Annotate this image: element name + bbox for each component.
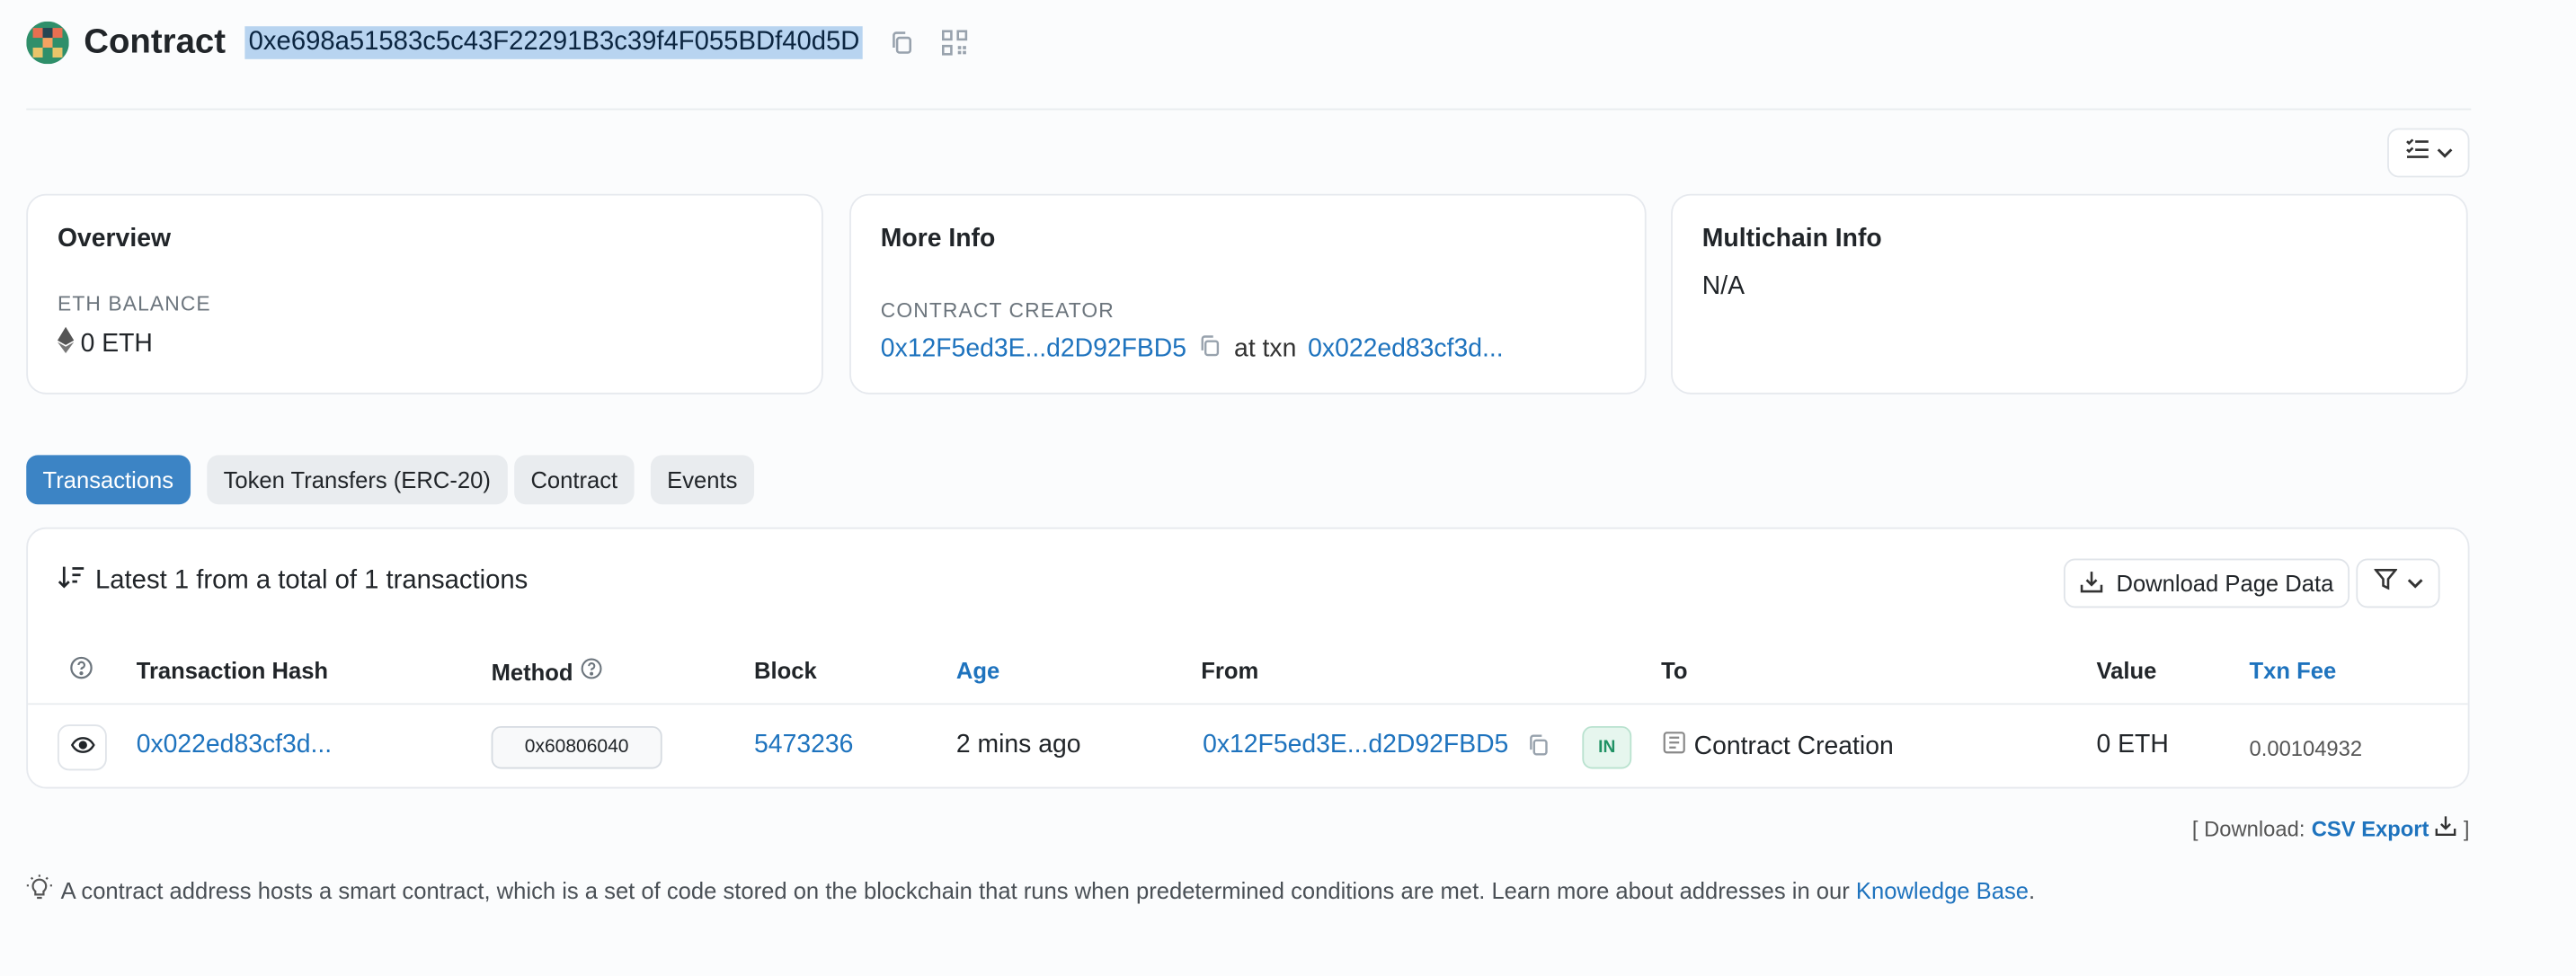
copy-icon[interactable]	[1526, 732, 1550, 766]
col-transaction-hash: Transaction Hash	[136, 657, 329, 684]
footer-text: A contract address hosts a smart contrac…	[61, 876, 2035, 902]
row-method-badge: 0x60806040	[491, 725, 662, 769]
overview-card: Overview ETH BALANCE 0 ETH	[26, 193, 823, 395]
row-to-label: Contract Creation	[1693, 732, 1894, 760]
page: Contract 0xe698a51583c5c43F22291B3c39f4F…	[0, 0, 2576, 976]
col-age[interactable]: Age	[956, 657, 999, 683]
download-icon	[2080, 569, 2103, 597]
sort-descending-icon	[58, 565, 85, 599]
row-txn-hash[interactable]: 0x022ed83cf3d...	[137, 731, 332, 760]
help-circle-icon[interactable]	[69, 655, 93, 685]
page-header: Contract 0xe698a51583c5c43F22291B3c39f4F…	[26, 20, 968, 66]
eth-balance-label: ETH BALANCE	[57, 292, 211, 315]
help-circle-icon[interactable]	[580, 657, 603, 685]
download-page-data-button[interactable]: Download Page Data	[2063, 558, 2350, 608]
col-block: Block	[754, 657, 817, 684]
transactions-summary: Latest 1 from a total of 1 transactions	[58, 565, 528, 599]
download-icon[interactable]	[2436, 815, 2457, 841]
qr-code-icon[interactable]	[942, 30, 968, 56]
more-info-title: More Info	[880, 225, 996, 253]
row-block[interactable]: 5473236	[754, 731, 853, 760]
col-txn-fee[interactable]: Txn Fee	[2250, 657, 2337, 683]
header-divider	[26, 108, 2472, 111]
lightbulb-icon	[26, 874, 52, 905]
multichain-card: Multichain Info N/A	[1671, 193, 2468, 395]
row-from[interactable]: 0x12F5ed3E...d2D92FBD5	[1203, 731, 1508, 760]
col-method: Method	[491, 658, 573, 685]
tab-contract[interactable]: Contract	[514, 455, 635, 505]
contract-file-icon	[1663, 731, 1686, 762]
eth-balance: 0 ETH	[57, 326, 153, 361]
row-to: Contract Creation	[1663, 731, 1894, 762]
csv-suffix: ]	[2463, 815, 2470, 841]
copy-icon[interactable]	[1198, 333, 1222, 367]
multichain-value: N/A	[1701, 272, 1745, 301]
creation-txn-link[interactable]: 0x022ed83cf3d...	[1308, 335, 1503, 365]
eye-icon	[70, 732, 94, 762]
overview-title: Overview	[57, 225, 171, 253]
direction-badge: IN	[1582, 725, 1632, 769]
transactions-summary-text: Latest 1 from a total of 1 transactions	[95, 566, 529, 595]
multichain-title: Multichain Info	[1701, 225, 1882, 253]
contract-creator-row: 0x12F5ed3E...d2D92FBD5 at txn 0x022ed83c…	[881, 333, 1504, 367]
row-txn-fee: 0.00104932	[2249, 735, 2363, 761]
at-txn-label: at txn	[1234, 334, 1297, 363]
footer-end: .	[2028, 876, 2036, 903]
download-page-data-label: Download Page Data	[2116, 570, 2334, 597]
eth-balance-value: 0 ETH	[80, 329, 153, 358]
chevron-down-icon	[2406, 568, 2422, 598]
header-row-divider	[28, 703, 2468, 705]
contract-address[interactable]: 0xe698a51583c5c43F22291B3c39f4F055BDf40d…	[245, 26, 864, 59]
tab-transactions[interactable]: Transactions	[26, 455, 191, 505]
ethereum-icon	[57, 326, 75, 361]
preview-button[interactable]	[57, 724, 107, 771]
list-check-icon	[2404, 138, 2429, 168]
copy-icon[interactable]	[889, 30, 915, 56]
csv-download: [ Download: CSV Export ]	[2192, 815, 2470, 841]
tab-events[interactable]: Events	[650, 455, 754, 505]
col-from: From	[1201, 657, 1259, 684]
footer-body: A contract address hosts a smart contrac…	[60, 876, 1850, 903]
avatar-identicon	[26, 21, 69, 65]
page-title: Contract	[84, 22, 227, 61]
col-value: Value	[2096, 657, 2157, 684]
footer-note: A contract address hosts a smart contrac…	[26, 874, 2035, 905]
transactions-card: Latest 1 from a total of 1 transactions …	[26, 527, 2470, 789]
filter-button[interactable]	[2356, 558, 2440, 608]
more-info-card: More Info CONTRACT CREATOR 0x12F5ed3E...…	[849, 193, 1647, 395]
creator-address-link[interactable]: 0x12F5ed3E...d2D92FBD5	[881, 335, 1186, 365]
knowledge-base-link[interactable]: Knowledge Base	[1856, 876, 2029, 902]
csv-prefix: [ Download:	[2191, 815, 2305, 841]
col-method-header: Method	[492, 657, 603, 685]
chevron-down-icon	[2436, 138, 2452, 168]
row-value: 0 ETH	[2096, 731, 2169, 759]
filter-icon	[2372, 568, 2398, 598]
contract-creator-label: CONTRACT CREATOR	[880, 298, 1115, 323]
tab-token-transfers[interactable]: Token Transfers (ERC-20)	[207, 455, 508, 505]
csv-export-link[interactable]: CSV Export	[2312, 816, 2429, 840]
col-to: To	[1661, 657, 1688, 684]
row-age: 2 mins ago	[955, 731, 1081, 759]
view-options-button[interactable]	[2387, 128, 2470, 178]
